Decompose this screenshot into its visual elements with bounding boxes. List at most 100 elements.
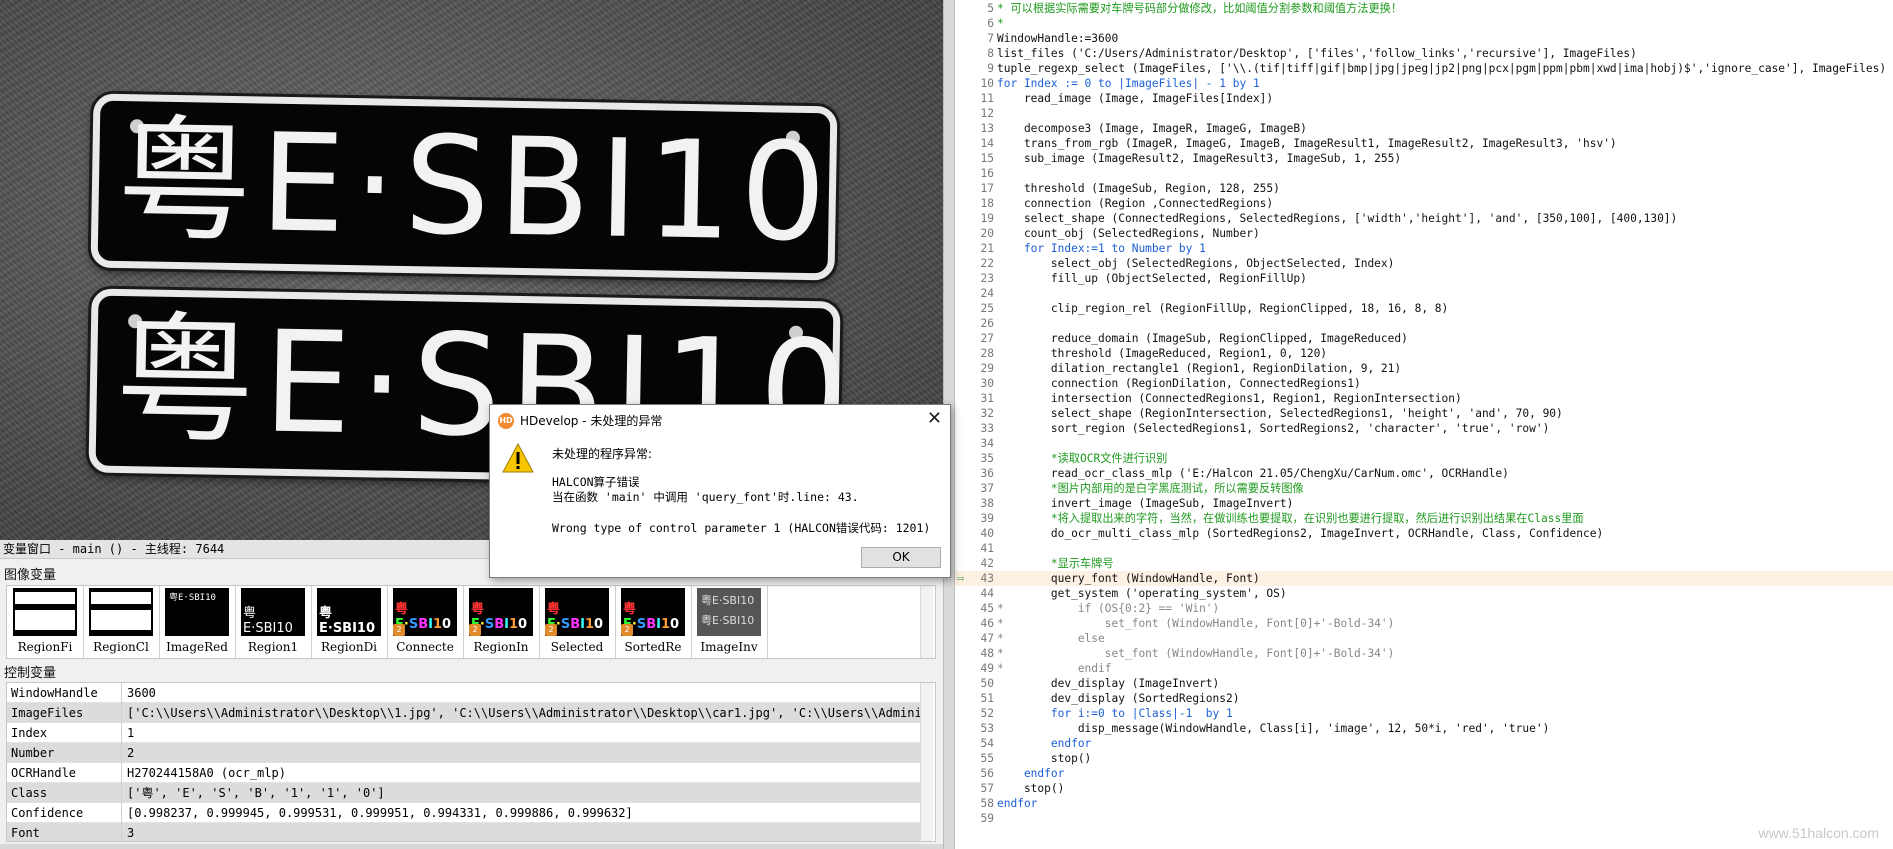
code-line[interactable]: 6 *: [955, 16, 1893, 31]
code-line[interactable]: 25 clip_region_rel (RegionFillUp, Region…: [955, 301, 1893, 316]
code-line[interactable]: 55 stop(): [955, 751, 1893, 766]
separator: [387, 586, 388, 658]
code-line[interactable]: 47 * else: [955, 631, 1893, 646]
code-line[interactable]: 54 endfor: [955, 736, 1893, 751]
code-line[interactable]: ⇨ 43 query_font (WindowHandle, Font): [955, 571, 1893, 586]
control-var-row[interactable]: Number 2: [7, 743, 921, 763]
code-line[interactable]: 18 connection (Region ,ConnectedRegions): [955, 196, 1893, 211]
image-var-region1[interactable]: 粤E·SBI10 Region1: [237, 588, 309, 658]
code-text: stop(): [997, 782, 1065, 795]
code-line[interactable]: 44 get_system ('operating_system', OS): [955, 586, 1893, 601]
code-line[interactable]: 21 for Index:=1 to Number by 1: [955, 241, 1893, 256]
code-line[interactable]: 39 *将入提取出来的字符，当然，在做训练也要提取，在识别也要进行提取，然后进行…: [955, 511, 1893, 526]
code-line[interactable]: 35 *读取OCR文件进行识别: [955, 451, 1893, 466]
code-line[interactable]: 9 tuple_regexp_select (ImageFiles, ['\\.(…: [955, 61, 1893, 76]
code-line[interactable]: 50 dev_display (ImageInvert): [955, 676, 1893, 691]
image-var-imagered[interactable]: 粤E·SBI10 ImageRed: [161, 588, 233, 658]
code-line[interactable]: 48 * set_font (WindowHandle, Font[0]+'-Bo…: [955, 646, 1893, 661]
code-line[interactable]: 15 sub_image (ImageResult2, ImageResult3…: [955, 151, 1893, 166]
code-line[interactable]: 42 *显示车牌号: [955, 556, 1893, 571]
code-line[interactable]: 32 select_shape (RegionIntersection, Sel…: [955, 406, 1893, 421]
code-line[interactable]: 51 dev_display (SortedRegions2): [955, 691, 1893, 706]
code-line[interactable]: 28 threshold (ImageReduced, Region1, 0, …: [955, 346, 1893, 361]
code-line[interactable]: 40 do_ocr_multi_class_mlp (SortedRegions…: [955, 526, 1893, 541]
code-line[interactable]: 23 fill_up (ObjectSelected, RegionFillUp…: [955, 271, 1893, 286]
variable-window-tabs[interactable]: [0, 844, 943, 849]
code-line[interactable]: 53 disp_message(WindowHandle, Class[i], …: [955, 721, 1893, 736]
code-line[interactable]: 45 * if (OS{0:2} == 'Win'): [955, 601, 1893, 616]
code-text: select_shape (ConnectedRegions, Selected…: [997, 212, 1678, 225]
control-var-row[interactable]: Confidence [0.998237, 0.999945, 0.999531,…: [7, 803, 921, 823]
image-variables-panel[interactable]: RegionFi RegionCl 粤E·SBI10 ImageRed 粤E·SBI10…: [6, 585, 936, 659]
code-line[interactable]: 26: [955, 316, 1893, 331]
code-text: trans_from_rgb (ImageR, ImageG, ImageB, …: [997, 137, 1617, 150]
code-line[interactable]: 16: [955, 166, 1893, 181]
code-line[interactable]: 56 endfor: [955, 766, 1893, 781]
code-text: *将入提取出来的字符，当然，在做训练也要提取，在识别也要进行提取，然后进行识别出…: [997, 512, 1584, 525]
code-line[interactable]: 30 connection (RegionDilation, Connected…: [955, 376, 1893, 391]
dialog-error-line2: 当在函数 'main' 中调用 'query_font'时.line: 43.: [552, 490, 859, 504]
code-line[interactable]: 46 * set_font (WindowHandle, Font[0]+'-Bo…: [955, 616, 1893, 631]
code-line[interactable]: 13 decompose3 (Image, ImageR, ImageG, Im…: [955, 121, 1893, 136]
code-line[interactable]: 58 endfor: [955, 796, 1893, 811]
image-var-regionin[interactable]: 粤E·SBI102RegionIn: [465, 588, 537, 658]
code-text: read_ocr_class_mlp ('E:/Halcon 21.05/Che…: [997, 467, 1509, 480]
code-text: * else: [997, 632, 1105, 645]
line-number: 14: [980, 137, 994, 150]
control-variables-table[interactable]: WindowHandle 3600 ImageFiles ['C:\\Users\\A…: [6, 682, 936, 842]
scrollbar[interactable]: [920, 683, 933, 841]
code-line[interactable]: 19 select_shape (ConnectedRegions, Selec…: [955, 211, 1893, 226]
control-var-row[interactable]: Index 1: [7, 723, 921, 743]
code-line[interactable]: 24: [955, 286, 1893, 301]
line-number: 35: [980, 452, 994, 465]
code-line[interactable]: 11 read_image (Image, ImageFiles[Index]): [955, 91, 1893, 106]
image-var-thumbnail: 粤E·SBI10: [165, 588, 229, 636]
ok-button[interactable]: OK: [861, 547, 941, 568]
image-var-label: ImageInv: [700, 640, 758, 654]
code-line[interactable]: 5 * 可以根据实际需要对车牌号码部分做修改，比如阈值分割参数和阈值方法更换！: [955, 1, 1893, 16]
image-var-label: Selected: [550, 640, 604, 654]
code-line[interactable]: 31 intersection (ConnectedRegions1, Regi…: [955, 391, 1893, 406]
code-line[interactable]: 8 list_files ('C:/Users/Administrator/Des…: [955, 46, 1893, 61]
code-line[interactable]: 27 reduce_domain (ImageSub, RegionClippe…: [955, 331, 1893, 346]
image-var-regionfi[interactable]: RegionFi: [9, 588, 81, 658]
code-line[interactable]: 41: [955, 541, 1893, 556]
code-line[interactable]: 52 for i:=0 to |Class|-1 by 1: [955, 706, 1893, 721]
image-var-label: RegionDi: [320, 640, 378, 654]
code-line[interactable]: 34: [955, 436, 1893, 451]
program-editor[interactable]: 5 * 可以根据实际需要对车牌号码部分做修改，比如阈值分割参数和阈值方法更换！ 6 *…: [955, 0, 1893, 849]
code-text: *: [997, 17, 1004, 30]
image-var-regiondi[interactable]: 粤E·SBI10 RegionDi: [313, 588, 385, 658]
control-var-row[interactable]: Class ['粤', 'E', 'S', 'B', '1', '1', '0']: [7, 783, 921, 803]
code-line[interactable]: 12: [955, 106, 1893, 121]
code-line[interactable]: 37 *图片内部用的是白字黑底测试，所以需要反转图像: [955, 481, 1893, 496]
image-var-sortedre[interactable]: 粤E·SBI102SortedRe: [617, 588, 689, 658]
image-var-imageinv[interactable]: 粤E·SBI10 粤E·SBI10 ImageInv: [693, 588, 765, 658]
code-line[interactable]: 14 trans_from_rgb (ImageR, ImageG, Image…: [955, 136, 1893, 151]
image-var-regioncl[interactable]: RegionCl: [85, 588, 157, 658]
code-line[interactable]: 59: [955, 811, 1893, 826]
control-var-row[interactable]: ImageFiles ['C:\\Users\\Administrator\\De…: [7, 703, 921, 723]
code-line[interactable]: 10 for Index := 0 to |ImageFiles| - 1 by …: [955, 76, 1893, 91]
control-var-row[interactable]: WindowHandle 3600: [7, 683, 921, 703]
code-line[interactable]: 33 sort_region (SelectedRegions1, Sorted…: [955, 421, 1893, 436]
code-line[interactable]: 17 threshold (ImageSub, Region, 128, 255…: [955, 181, 1893, 196]
image-var-connecte[interactable]: 粤E·SBI102Connecte: [389, 588, 461, 658]
scrollbar[interactable]: [920, 586, 933, 658]
image-var-selected[interactable]: 粤E·SBI102Selected: [541, 588, 613, 658]
image-var-label: Connecte: [396, 640, 454, 654]
code-line[interactable]: 29 dilation_rectangle1 (Region1, RegionD…: [955, 361, 1893, 376]
control-var-row[interactable]: OCRHandle H270244158A0 (ocr_mlp): [7, 763, 921, 783]
code-line[interactable]: 38 invert_image (ImageSub, ImageInvert): [955, 496, 1893, 511]
code-line[interactable]: 7 WindowHandle:=3600: [955, 31, 1893, 46]
code-line[interactable]: 57 stop(): [955, 781, 1893, 796]
separator: [691, 586, 692, 658]
control-var-value: ['C:\\Users\\Administrator\\Desktop\\1.j…: [127, 706, 921, 720]
code-text: get_system ('operating_system', OS): [997, 587, 1287, 600]
code-line[interactable]: 36 read_ocr_class_mlp ('E:/Halcon 21.05/…: [955, 466, 1893, 481]
control-var-row[interactable]: Font 3: [7, 823, 921, 841]
code-line[interactable]: 20 count_obj (SelectedRegions, Number): [955, 226, 1893, 241]
code-line[interactable]: 49 * endif: [955, 661, 1893, 676]
close-icon[interactable]: ✕: [927, 408, 942, 429]
code-line[interactable]: 22 select_obj (SelectedRegions, ObjectSe…: [955, 256, 1893, 271]
